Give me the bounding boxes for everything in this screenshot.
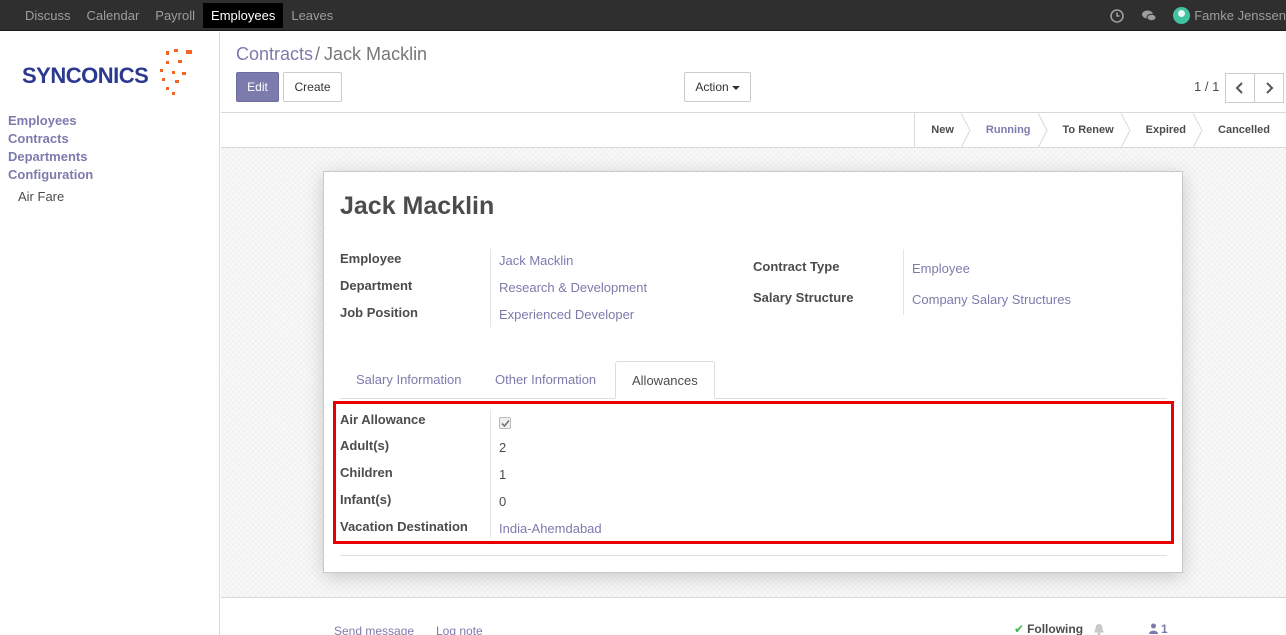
stage-cancelled[interactable]: Cancelled (1202, 113, 1286, 148)
department-label: Department (340, 278, 413, 293)
user-avatar[interactable] (1173, 7, 1191, 24)
send-message-button[interactable]: Send message (334, 624, 414, 635)
pager-previous-button[interactable] (1225, 73, 1255, 103)
systray: Famke Jenssen (1109, 0, 1286, 31)
following-label: Following (1027, 622, 1084, 635)
department-value[interactable]: Research & Development (499, 280, 647, 295)
menu-employees[interactable]: Employees (203, 3, 284, 28)
notebook-tabs: Salary Information Other Information All… (340, 361, 1167, 399)
contract-title: Jack Macklin (340, 192, 495, 220)
menu-leaves[interactable]: Leaves (283, 3, 341, 28)
tab-allowances[interactable]: Allowances (615, 361, 715, 399)
sidebar-item-air-fare[interactable]: Air Fare (18, 189, 64, 204)
pager-value[interactable]: 1 / 1 (1194, 79, 1219, 94)
chevron-left-icon (1235, 82, 1243, 94)
following-button[interactable]: ✔ Following (1014, 622, 1083, 635)
breadcrumb-current: Jack Macklin (324, 44, 428, 64)
form-sheet: Jack Macklin Employee Department Job Pos… (323, 171, 1183, 573)
field-divider (903, 249, 904, 315)
stage-to-renew[interactable]: To Renew (1047, 113, 1131, 148)
chat-icon[interactable] (1141, 8, 1157, 24)
salary-structure-value[interactable]: Company Salary Structures (912, 292, 1071, 307)
check-icon: ✔ (1014, 622, 1025, 635)
employee-value[interactable]: Jack Macklin (499, 253, 573, 268)
user-icon (1149, 623, 1158, 634)
pager-next-button[interactable] (1254, 73, 1284, 103)
followers-count: 1 (1161, 622, 1168, 635)
edit-button[interactable]: Edit (236, 72, 279, 102)
top-menu: Discuss Calendar Payroll Employees Leave… (17, 3, 341, 28)
action-dropdown[interactable]: Action (684, 72, 751, 102)
sidebar-item-configuration[interactable]: Configuration (8, 166, 93, 184)
sidebar: SYNCONICS Employees Contracts Department… (0, 32, 220, 635)
clock-icon[interactable] (1109, 8, 1125, 24)
top-navbar: Discuss Calendar Payroll Employees Leave… (0, 0, 1286, 31)
tab-other-information[interactable]: Other Information (479, 361, 612, 399)
job-position-value[interactable]: Experienced Developer (499, 307, 634, 322)
chevron-right-icon (1266, 82, 1274, 94)
stage-to-renew-label: To Renew (1062, 124, 1114, 136)
chatter: Send message Log note ✔ Following 1 (221, 597, 1286, 635)
breadcrumb-contracts[interactable]: Contracts (236, 44, 313, 64)
contract-type-label: Contract Type (753, 259, 840, 274)
svg-text:SYNCONICS: SYNCONICS (22, 63, 148, 88)
menu-discuss[interactable]: Discuss (17, 3, 79, 28)
menu-calendar[interactable]: Calendar (79, 3, 148, 28)
breadcrumb-separator: / (315, 44, 321, 64)
stage-expired[interactable]: Expired (1130, 113, 1203, 148)
create-button[interactable]: Create (283, 72, 342, 102)
contract-type-value[interactable]: Employee (912, 261, 970, 276)
action-label: Action (695, 80, 729, 94)
menu-payroll[interactable]: Payroll (147, 3, 203, 28)
stage-new[interactable]: New (915, 113, 971, 148)
stage-running-label: Running (985, 124, 1031, 136)
sidebar-item-employees[interactable]: Employees (8, 112, 93, 130)
stage-expired-label: Expired (1145, 124, 1187, 136)
sidebar-menu: Employees Contracts Departments Configur… (8, 112, 93, 184)
allowances-highlight-box (333, 401, 1174, 544)
synconics-logo: SYNCONICS (22, 49, 192, 95)
followers-button[interactable]: 1 (1149, 622, 1168, 635)
salary-structure-label: Salary Structure (753, 290, 854, 305)
breadcrumb: Contracts / Jack Macklin (236, 44, 427, 65)
tab-salary-information[interactable]: Salary Information (340, 361, 478, 399)
control-panel: Contracts / Jack Macklin Edit Create Actio… (221, 32, 1286, 113)
statusbar: New Running To Renew Expired Cancelled (221, 113, 1286, 148)
sidebar-item-contracts[interactable]: Contracts (8, 130, 93, 148)
sheet-divider (340, 555, 1167, 556)
job-position-label: Job Position (340, 305, 418, 320)
bell-icon[interactable] (1093, 623, 1105, 635)
stage-running[interactable]: Running (970, 113, 1048, 148)
user-name[interactable]: Famke Jenssen (1194, 8, 1286, 23)
log-note-button[interactable]: Log note (436, 624, 483, 635)
caret-down-icon (731, 85, 740, 90)
stage-new-label: New (931, 124, 954, 136)
employee-label: Employee (340, 251, 402, 266)
form-view: New Running To Renew Expired Cancelled J… (221, 113, 1286, 635)
sidebar-item-departments[interactable]: Departments (8, 148, 93, 166)
stage-cancelled-label: Cancelled (1218, 124, 1270, 136)
stage-pipeline: New Running To Renew Expired Cancelled (914, 113, 1286, 148)
field-divider (490, 249, 491, 327)
